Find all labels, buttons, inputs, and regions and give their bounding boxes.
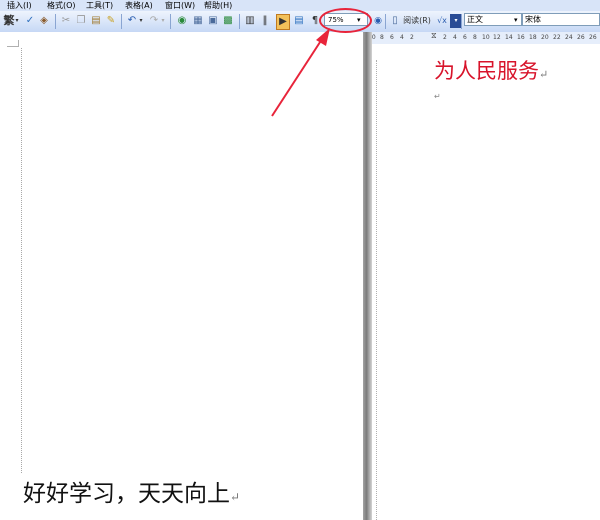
annotation-arrow-icon [271, 28, 330, 117]
